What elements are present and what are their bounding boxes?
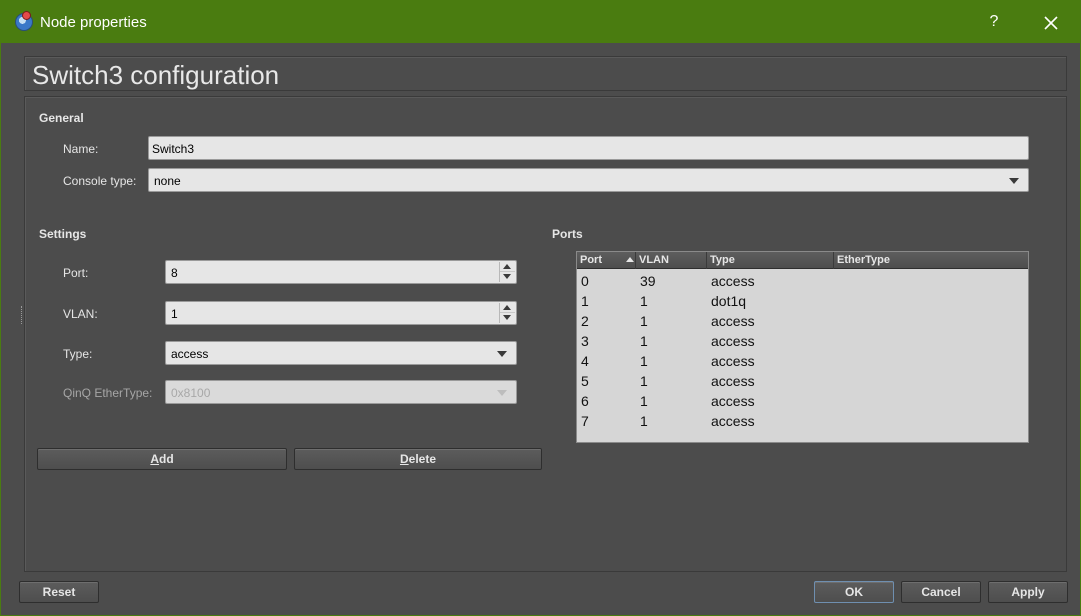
console-type-value: none	[154, 174, 181, 188]
port-cell: 7	[581, 413, 589, 429]
type-cell: access	[711, 393, 755, 409]
column-header-type[interactable]: Type	[707, 252, 834, 269]
ok-button[interactable]: OK	[814, 581, 894, 603]
column-header-vlan[interactable]: VLAN	[636, 252, 707, 269]
delete-button[interactable]: Delete	[294, 448, 542, 470]
name-input[interactable]: Switch3	[148, 136, 1029, 160]
port-decrement-icon[interactable]	[500, 272, 515, 282]
vlan-cell: 39	[640, 273, 656, 289]
console-type-select[interactable]: none	[148, 168, 1029, 192]
page-title: Switch3 configuration	[32, 60, 280, 90]
port-cell: 1	[581, 293, 589, 309]
node-properties-dialog: Node properties ? Switch3 configuration …	[0, 0, 1081, 616]
vlan-cell: 1	[640, 413, 648, 429]
port-cell: 0	[581, 273, 589, 289]
reset-button[interactable]: Reset	[19, 581, 99, 603]
port-cell: 2	[581, 313, 589, 329]
close-button[interactable]	[1037, 9, 1065, 37]
table-row[interactable]: 2 1 access	[577, 311, 1028, 331]
chevron-down-icon	[497, 390, 507, 396]
resize-handle[interactable]	[21, 306, 23, 324]
port-spin-buttons	[499, 262, 515, 282]
table-row[interactable]: 7 1 access	[577, 411, 1028, 431]
type-cell: access	[711, 413, 755, 429]
port-cell: 4	[581, 353, 589, 369]
type-label: Type:	[63, 347, 93, 361]
apply-button[interactable]: Apply	[988, 581, 1068, 603]
vlan-cell: 1	[640, 293, 648, 309]
table-row[interactable]: 1 1 dot1q	[577, 291, 1028, 311]
type-cell: dot1q	[711, 293, 747, 309]
qinq-ethertype-label: QinQ EtherType:	[63, 386, 153, 400]
type-cell: access	[711, 353, 755, 369]
ports-table[interactable]: Port VLAN Type EtherType 0 39 access 1 1…	[576, 251, 1029, 443]
port-cell: 5	[581, 373, 589, 389]
console-type-label: Console type:	[63, 174, 137, 188]
close-icon	[1044, 16, 1058, 30]
table-row[interactable]: 0 39 access	[577, 271, 1028, 291]
delete-label-rest: elete	[408, 452, 437, 466]
window-title: Node properties	[40, 14, 147, 31]
sort-ascending-icon	[626, 257, 634, 262]
qinq-ethertype-value: 0x8100	[171, 386, 211, 400]
vlan-value: 1	[171, 307, 178, 321]
chevron-down-icon	[497, 351, 507, 357]
port-spinbox[interactable]: 8	[165, 260, 517, 284]
vlan-cell: 1	[640, 333, 648, 349]
table-row[interactable]: 3 1 access	[577, 331, 1028, 351]
settings-group-title: Settings	[39, 227, 87, 241]
vlan-spinbox[interactable]: 1	[165, 301, 517, 325]
vlan-cell: 1	[640, 373, 648, 389]
help-button[interactable]: ?	[981, 9, 1007, 35]
column-header-ethertype[interactable]: EtherType	[834, 252, 1028, 269]
vlan-cell: 1	[640, 353, 648, 369]
config-heading-box: Switch3 configuration	[24, 56, 1067, 91]
type-cell: access	[711, 313, 755, 329]
name-label: Name:	[63, 142, 99, 156]
cancel-button[interactable]: Cancel	[901, 581, 981, 603]
table-row[interactable]: 4 1 access	[577, 351, 1028, 371]
ports-group-title: Ports	[552, 227, 583, 241]
vlan-decrement-icon[interactable]	[500, 313, 515, 323]
type-value: access	[171, 347, 209, 361]
vlan-cell: 1	[640, 393, 648, 409]
type-cell: access	[711, 273, 755, 289]
general-group-title: General	[39, 111, 84, 125]
port-label: Port:	[63, 266, 89, 280]
vlan-increment-icon[interactable]	[500, 303, 515, 313]
type-select[interactable]: access	[165, 341, 517, 365]
chevron-down-icon	[1009, 178, 1019, 184]
type-cell: access	[711, 333, 755, 349]
type-cell: access	[711, 373, 755, 389]
port-cell: 3	[581, 333, 589, 349]
add-mnemonic: A	[150, 452, 159, 466]
app-icon	[15, 11, 33, 31]
ports-table-header: Port VLAN Type EtherType	[577, 252, 1028, 269]
vlan-cell: 1	[640, 313, 648, 329]
port-value: 8	[171, 266, 178, 280]
port-increment-icon[interactable]	[500, 262, 515, 272]
delete-mnemonic: D	[399, 452, 409, 466]
table-row[interactable]: 5 1 access	[577, 371, 1028, 391]
title-bar[interactable]: Node properties ?	[1, 1, 1081, 43]
port-cell: 6	[581, 393, 589, 409]
vlan-label: VLAN:	[63, 307, 98, 321]
qinq-ethertype-select: 0x8100	[165, 380, 517, 404]
table-row[interactable]: 6 1 access	[577, 391, 1028, 411]
add-button[interactable]: Add	[37, 448, 287, 470]
add-label-rest: dd	[159, 452, 174, 466]
vlan-spin-buttons	[499, 303, 515, 323]
